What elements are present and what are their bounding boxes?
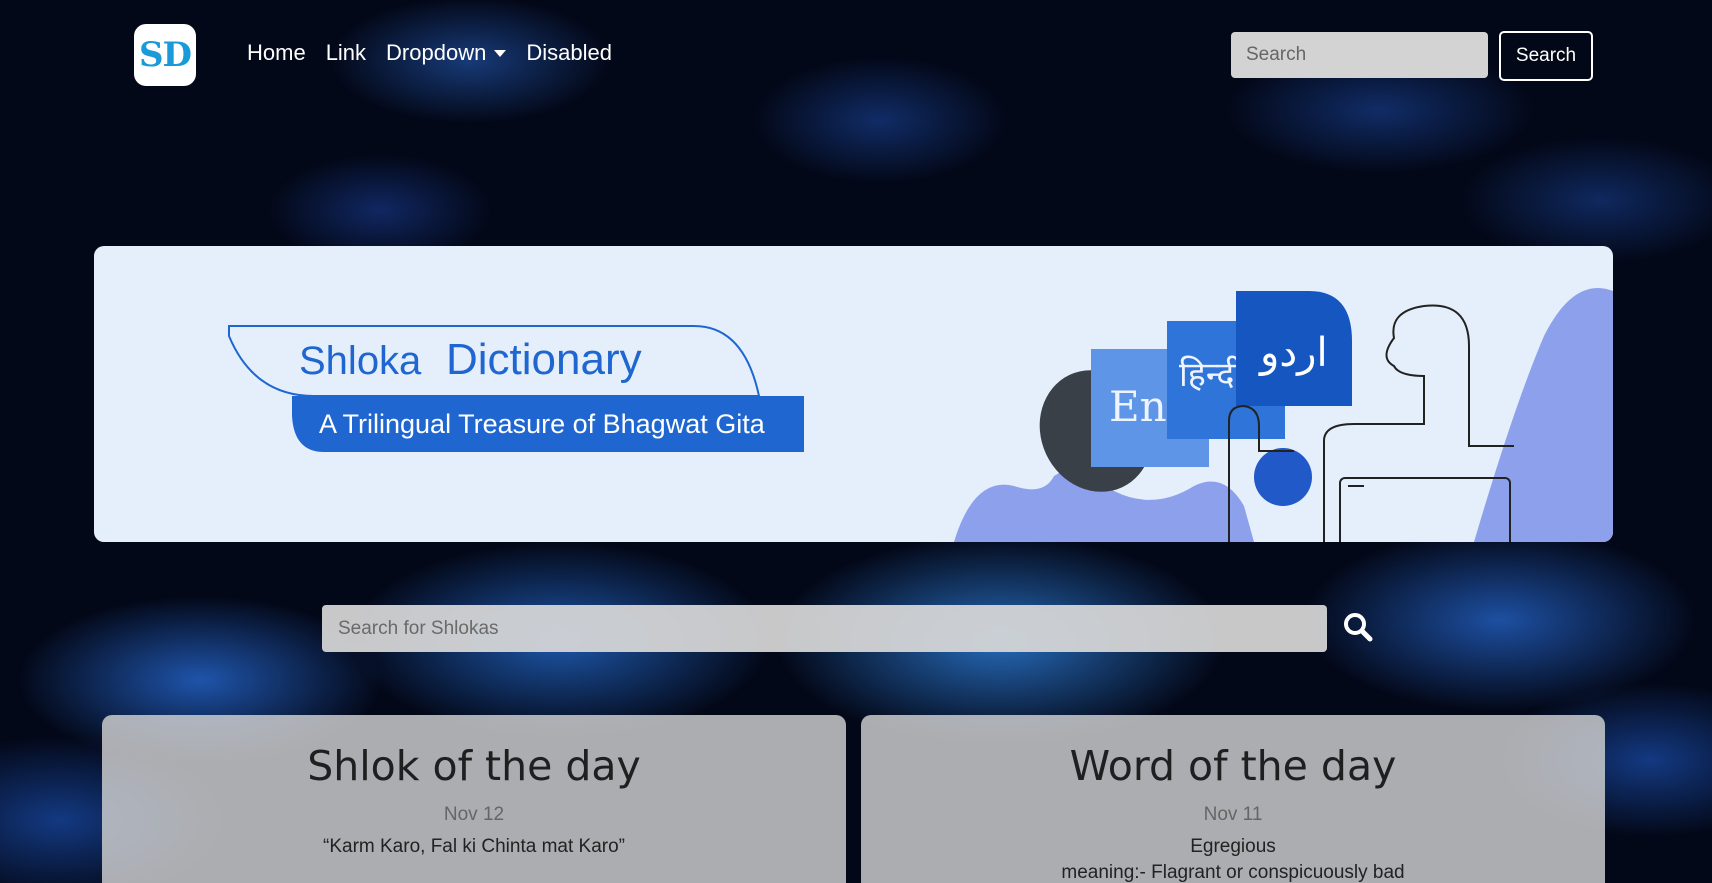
lang-urdu-text: اردو — [1258, 330, 1328, 376]
navbar-search-button[interactable]: Search — [1499, 31, 1593, 81]
brand-logo[interactable]: SD — [134, 24, 196, 86]
shlok-card-date: Nov 12 — [443, 804, 505, 825]
word-of-the-day-card: Word of the day Nov 11 Egregious meaning… — [861, 715, 1605, 883]
navbar-search-input[interactable] — [1231, 32, 1488, 78]
search-icon — [1344, 612, 1373, 641]
shlok-card-title: Shlok of the day — [307, 742, 641, 790]
nav-dropdown-label: Dropdown — [386, 40, 487, 65]
shlok-of-the-day-card: Shlok of the day Nov 12 “Karm Karo, Fal … — [102, 715, 846, 883]
shlok-card-text: “Karm Karo, Fal ki Chinta mat Karo” — [323, 836, 625, 857]
nav-home-link[interactable]: Home — [247, 40, 306, 66]
shloka-search-button[interactable] — [1340, 610, 1376, 646]
caret-down-icon — [494, 49, 507, 57]
nav-disabled-link: Disabled — [526, 40, 612, 65]
word-card-word: Egregious — [1190, 836, 1276, 857]
brand-logo-text: SD — [138, 35, 192, 75]
banner-illustration: Shloka Dictionary A Trilingual Treasure … — [228, 288, 1613, 542]
word-card-date: Nov 11 — [1203, 804, 1263, 825]
word-card-title: Word of the day — [1069, 742, 1397, 790]
nav-link-link[interactable]: Link — [326, 40, 366, 66]
hero-banner: Shloka Dictionary A Trilingual Treasure … — [94, 246, 1613, 542]
right-blob-shape — [1474, 288, 1613, 542]
navbar: SD Home Link Dropdown Disabled Search — [0, 0, 1712, 112]
nav-links: Home Link Dropdown Disabled — [247, 40, 612, 66]
shloka-search-input[interactable] — [322, 605, 1327, 652]
banner-title-shloka: Shloka — [299, 339, 422, 383]
banner-subtitle: A Trilingual Treasure of Bhagwat Gita — [319, 409, 766, 439]
banner-title-dictionary: Dictionary — [446, 335, 642, 384]
blue-circle-shape — [1254, 448, 1312, 506]
word-card-meaning: meaning:- Flagrant or conspicuously bad — [1061, 862, 1405, 883]
nav-dropdown-toggle[interactable]: Dropdown — [386, 40, 507, 66]
lang-hindi-text: हिन्दी — [1179, 355, 1244, 395]
